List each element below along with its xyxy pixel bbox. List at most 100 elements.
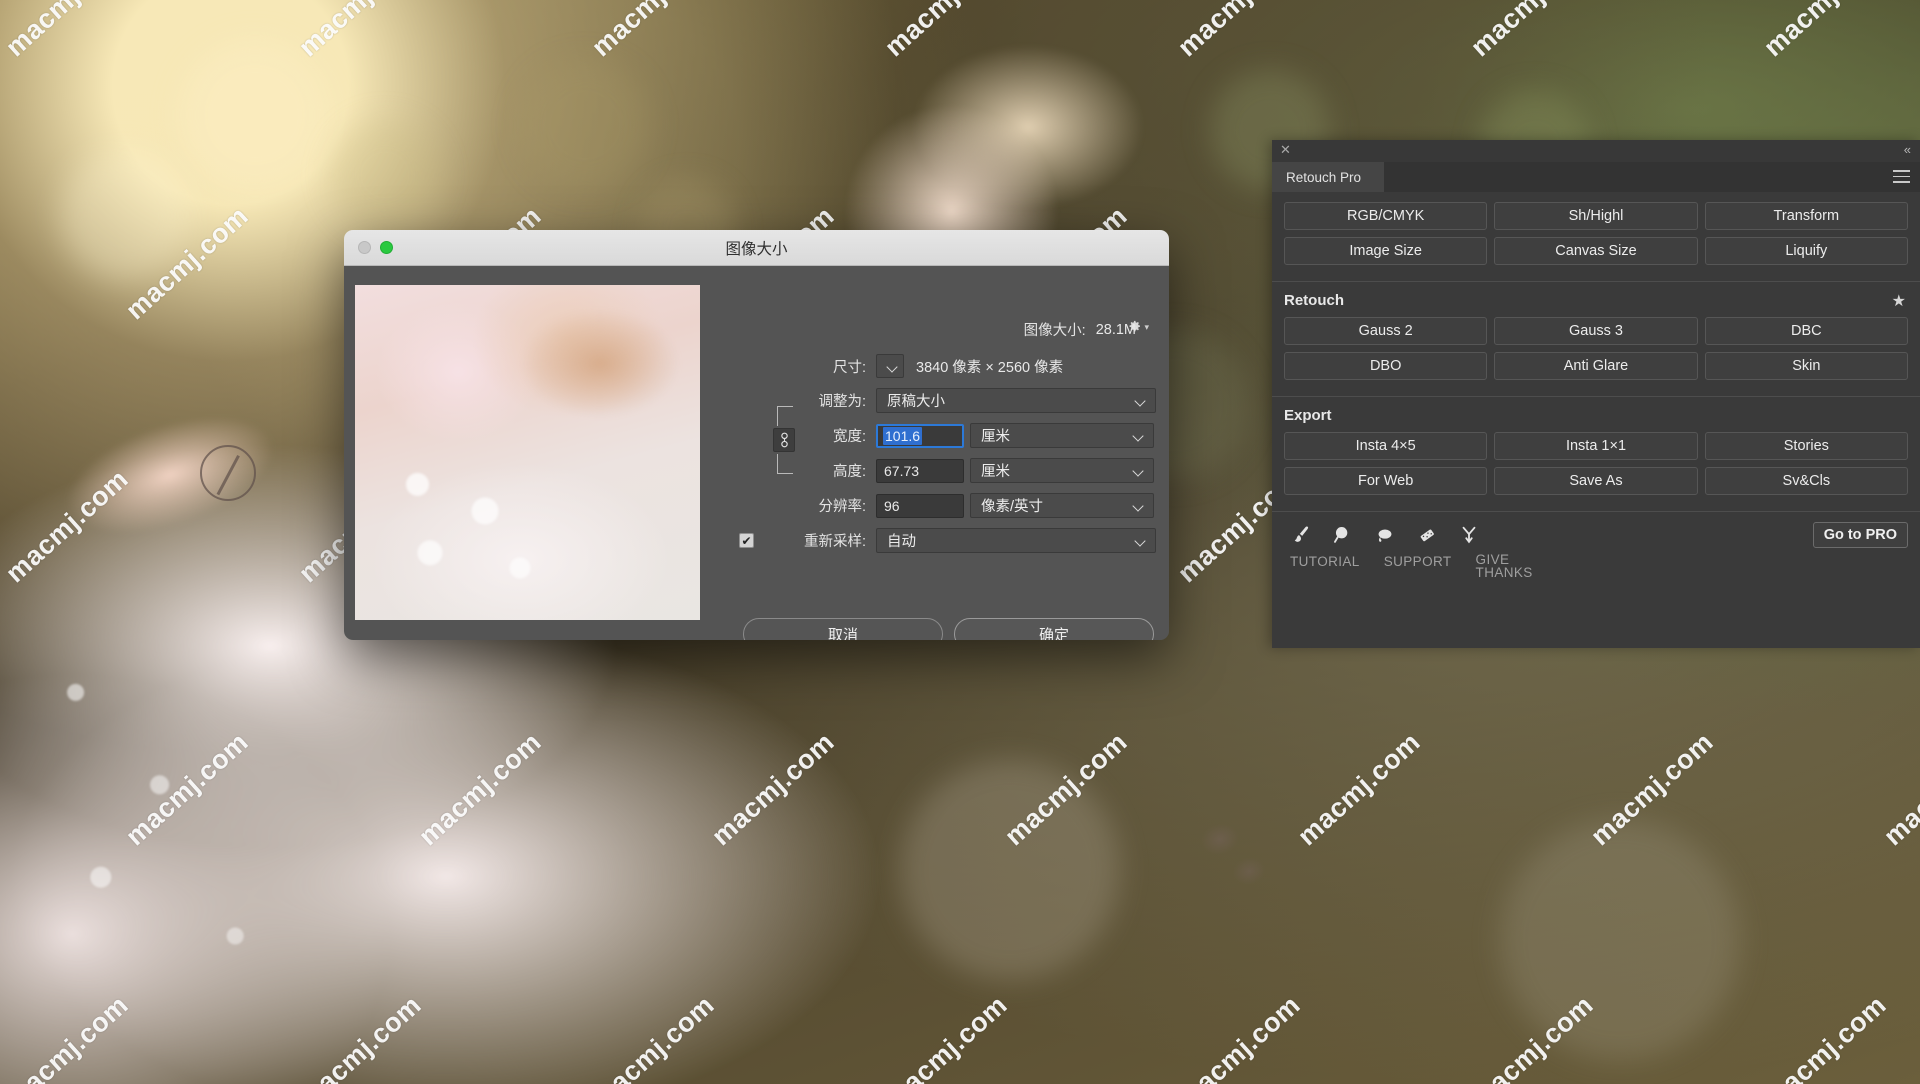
retouch-title-text: Retouch	[1284, 292, 1344, 309]
height-row: 高度: 67.73 厘米	[716, 458, 1154, 483]
link-tutorial[interactable]: TUTORIAL	[1290, 554, 1360, 580]
height-unit-dropdown[interactable]: 厘米	[970, 458, 1154, 483]
chevron-down-icon	[1134, 432, 1145, 439]
photo-lace-region	[0, 600, 420, 1020]
panel-export-section: Export Insta 4×5 Insta 1×1 Stories For Web S…	[1272, 397, 1920, 501]
dimensions-value: 3840 像素 × 2560 像素	[916, 359, 1064, 376]
panel-toolbar: Go to PRO	[1272, 512, 1920, 548]
resample-checkbox[interactable]: ✔	[739, 533, 754, 548]
dialog-title: 图像大小	[725, 240, 788, 258]
width-row: 宽度: 101.6 厘米	[716, 423, 1154, 448]
width-unit-dropdown[interactable]: 厘米	[970, 423, 1154, 448]
resolution-unit-value: 像素/英寸	[981, 499, 1044, 515]
dialog-form: ▾ 图像大小: 28.1M 尺寸: 3840 像素 × 2560 像素 调整为:…	[716, 266, 1169, 640]
chevron-down-icon	[1136, 397, 1147, 404]
height-value: 67.73	[884, 462, 920, 479]
resolution-input[interactable]: 96	[876, 493, 964, 518]
retouch-pro-panel: ✕ « Retouch Pro RGB/CMYK Sh/Highl Transfor…	[1272, 140, 1920, 648]
panel-retouch-section: Retouch ★ Gauss 2 Gauss 3 DBC DBO Anti Glare…	[1272, 282, 1920, 386]
dimensions-label: 尺寸:	[832, 359, 866, 376]
export-button-save-as[interactable]: Save As	[1494, 467, 1698, 495]
panel-button-canvas-size[interactable]: Canvas Size	[1494, 237, 1698, 265]
width-value: 101.6	[883, 426, 923, 445]
checkmark-icon: ✔	[741, 533, 752, 548]
panel-button-liquify[interactable]: Liquify	[1704, 237, 1908, 265]
width-input[interactable]: 101.6	[876, 423, 964, 448]
magnifier-icon[interactable]	[1330, 522, 1356, 548]
bokeh-circle	[1500, 820, 1740, 1060]
export-button-sv-cls[interactable]: Sv&Cls	[1704, 467, 1908, 495]
export-button-insta-1-1[interactable]: Insta 1×1	[1494, 432, 1698, 460]
retouch-button-dbo[interactable]: DBO	[1284, 352, 1488, 380]
chevron-down-icon	[888, 363, 899, 370]
panel-button-sh-highl[interactable]: Sh/Highl	[1494, 202, 1698, 230]
hamburger-menu-icon[interactable]	[1893, 170, 1910, 187]
export-button-insta-4-5[interactable]: Insta 4×5	[1284, 432, 1488, 460]
dimensions-unit-dropdown[interactable]	[876, 354, 904, 378]
photo-tattoo-circle	[200, 445, 256, 501]
chevron-down-icon	[1134, 502, 1145, 509]
go-to-pro-button[interactable]: Go to PRO	[1812, 522, 1908, 548]
dialog-titlebar[interactable]: 图像大小	[344, 230, 1169, 266]
retouch-button-anti-glare[interactable]: Anti Glare	[1494, 352, 1698, 380]
preview-hair	[485, 275, 715, 445]
dimensions-row: 尺寸: 3840 像素 × 2560 像素	[716, 354, 1063, 378]
export-buttons-grid: Insta 4×5 Insta 1×1 Stories For Web Save As S…	[1284, 432, 1908, 495]
panel-top-actions: RGB/CMYK Sh/Highl Transform Image Size Canva…	[1272, 192, 1920, 271]
image-preview[interactable]	[355, 275, 715, 625]
height-unit-value: 厘米	[981, 464, 1010, 480]
fit-to-value: 原稿大小	[887, 394, 945, 410]
resolution-value: 96	[884, 497, 900, 514]
fit-to-dropdown[interactable]: 原稿大小	[876, 388, 1156, 413]
screen: macmj.com macmj.com macmj.com macmj.com macm…	[0, 0, 1920, 1084]
bokeh-circle	[60, 150, 190, 280]
resample-label: 重新采样:	[803, 534, 866, 550]
image-size-row: 图像大小: 28.1M	[716, 319, 1136, 340]
preview-lace	[355, 435, 605, 625]
brush-icon[interactable]	[1288, 522, 1314, 548]
resolution-row: 分辨率: 96 像素/英寸	[716, 493, 1154, 518]
height-input[interactable]: 67.73	[876, 458, 964, 483]
link-give-thanks[interactable]: GIVE THANKS	[1475, 553, 1533, 580]
retouch-button-gauss-2[interactable]: Gauss 2	[1284, 317, 1488, 345]
give-line-2: THANKS	[1475, 564, 1533, 580]
panel-links: TUTORIAL SUPPORT GIVE THANKS	[1272, 548, 1920, 580]
panel-button-image-size[interactable]: Image Size	[1284, 237, 1488, 265]
height-label: 高度:	[832, 464, 866, 480]
link-support[interactable]: SUPPORT	[1384, 554, 1452, 580]
close-icon[interactable]: ✕	[1280, 143, 1291, 156]
eraser-icon[interactable]	[1414, 522, 1440, 548]
panel-tabbar: Retouch Pro	[1272, 162, 1920, 192]
bokeh-circle	[180, 40, 330, 190]
panel-button-transform[interactable]: Transform	[1704, 202, 1908, 230]
tab-retouch-pro[interactable]: Retouch Pro	[1272, 162, 1384, 192]
resample-value: 自动	[887, 534, 916, 550]
merge-arrow-icon[interactable]	[1456, 522, 1482, 548]
resample-row: ✔ 重新采样: 自动	[716, 528, 1156, 553]
top-buttons-grid: RGB/CMYK Sh/Highl Transform Image Size Canva…	[1284, 202, 1908, 265]
resolution-label: 分辨率:	[818, 499, 866, 515]
cancel-button[interactable]: 取消	[743, 618, 943, 640]
retouch-button-dbc[interactable]: DBC	[1704, 317, 1908, 345]
export-section-title: Export	[1284, 407, 1332, 424]
width-label: 宽度:	[832, 429, 866, 445]
export-button-for-web[interactable]: For Web	[1284, 467, 1488, 495]
bokeh-circle	[330, 120, 440, 230]
panel-button-rgb-cmyk[interactable]: RGB/CMYK	[1284, 202, 1488, 230]
image-size-dialog: 图像大小 ▾ 图像大小: 28.1M 尺寸: 3840 像素 × 2560 像素…	[344, 230, 1169, 640]
ok-button[interactable]: 确定	[954, 618, 1154, 640]
resolution-unit-dropdown[interactable]: 像素/英寸	[970, 493, 1154, 518]
tab-label: Retouch Pro	[1286, 169, 1362, 185]
panel-topbar: ✕ «	[1272, 140, 1920, 162]
chevron-down-icon	[1136, 537, 1147, 544]
star-icon[interactable]: ★	[1892, 291, 1906, 311]
lasso-icon[interactable]	[1372, 522, 1398, 548]
export-button-stories[interactable]: Stories	[1704, 432, 1908, 460]
resample-dropdown[interactable]: 自动	[876, 528, 1156, 553]
retouch-button-skin[interactable]: Skin	[1704, 352, 1908, 380]
retouch-button-gauss-3[interactable]: Gauss 3	[1494, 317, 1698, 345]
image-size-label: 图像大小:	[1023, 323, 1086, 339]
width-unit-value: 厘米	[981, 429, 1010, 445]
collapse-icon[interactable]: «	[1904, 143, 1911, 156]
bokeh-circle	[520, 60, 650, 190]
